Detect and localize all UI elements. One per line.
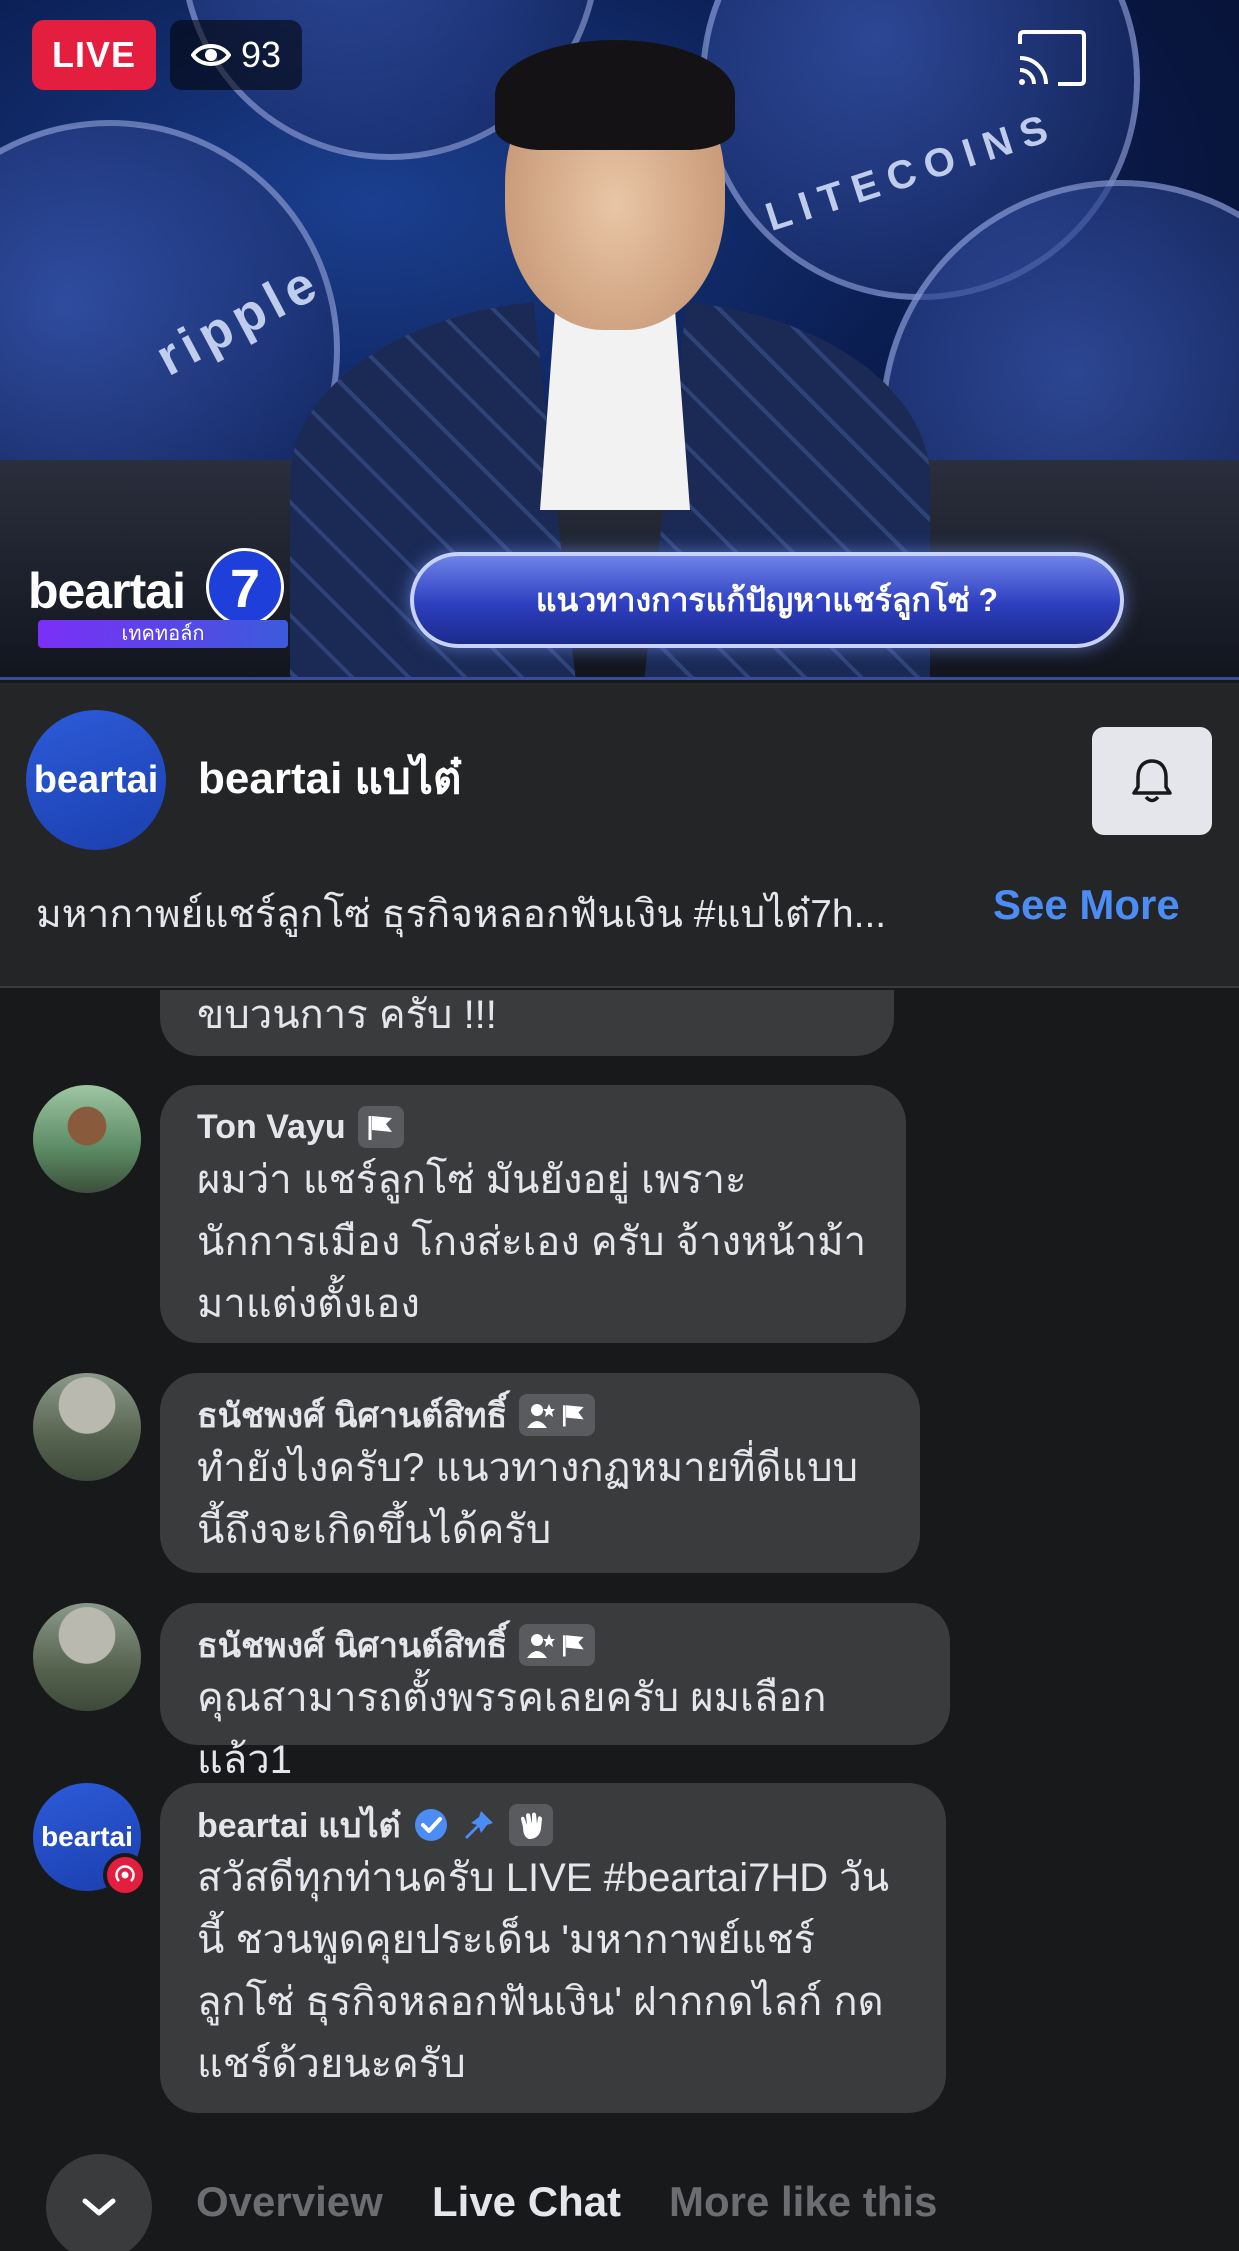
chat-message-text: ทำยังไงครับ? แนวทางกฏหมายที่ดีแบบนี้ถึงจ…: [197, 1446, 858, 1552]
live-chat-list[interactable]: ขบวนการ ครับ !!! Ton Vayu ผมว่า แชร์ลูกโ…: [0, 990, 1239, 2170]
headline-text: แนวทางการแก้ปัญหาแชร์ลูกโซ่ ?: [535, 581, 999, 618]
user-star-icon: [527, 1404, 556, 1428]
chevron-down-icon: [82, 2198, 116, 2216]
flag-badge: [357, 1106, 404, 1148]
collapse-button[interactable]: [46, 2154, 152, 2251]
eye-icon: [190, 44, 231, 66]
page-name[interactable]: beartai แบไต๋: [198, 743, 462, 813]
viewer-count: 93: [170, 20, 302, 90]
page-avatar[interactable]: beartai: [26, 710, 166, 850]
chat-message-text: ผมว่า แชร์ลูกโซ่ มันยังอยู่ เพราะ นักการ…: [197, 1158, 867, 1326]
member-badges: [519, 1394, 596, 1436]
page-header: beartai beartai แบไต๋ มหากาพย์แชร์ลูกโซ่…: [0, 683, 1239, 988]
bell-icon: [1132, 759, 1172, 803]
flag-icon: [563, 1405, 584, 1427]
flag-icon: [368, 1116, 392, 1140]
live-broadcast-icon: [103, 1853, 147, 1897]
cast-icon[interactable]: [1014, 28, 1090, 88]
bottom-tab-bar: Overview Live Chat More like this: [0, 2150, 1239, 2251]
chat-message: ธนัชพงศ์ นิศานต์สิทธิ์ ทำยังไงครับ? แนวท…: [160, 1373, 920, 1573]
chat-author[interactable]: beartai แบไต๋: [197, 1803, 908, 1847]
live-video-player[interactable]: ripple LITECOINS beartai 7 เทคทอล์ก แนวท…: [0, 0, 1239, 680]
chat-message-text: ขบวนการ ครับ !!!: [197, 993, 497, 1037]
pinned-chat-message: beartai แบไต๋ สวัสดีทุกท่านครับ LIVE #be…: [160, 1783, 946, 2113]
chat-author[interactable]: ธนัชพงศ์ นิศานต์สิทธิ์: [197, 1393, 882, 1437]
chat-message: Ton Vayu ผมว่า แชร์ลูกโซ่ มันยังอยู่ เพร…: [160, 1085, 906, 1343]
wave-badge: [508, 1804, 553, 1846]
chat-message: ขบวนการ ครับ !!!: [160, 990, 894, 1056]
chat-message-text: สวัสดีทุกท่านครับ LIVE #beartai7HD วันนี…: [197, 1856, 890, 2086]
tab-overview[interactable]: Overview: [196, 2178, 383, 2226]
page-avatar-small[interactable]: beartai: [33, 1783, 147, 1897]
tab-live-chat[interactable]: Live Chat: [432, 2178, 621, 2226]
chat-author[interactable]: ธนัชพงศ์ นิศานต์สิทธิ์: [197, 1623, 912, 1667]
member-badges: [519, 1624, 596, 1666]
user-avatar[interactable]: [33, 1373, 141, 1481]
notification-bell-button[interactable]: [1092, 727, 1212, 835]
flag-icon: [563, 1635, 584, 1657]
user-star-icon: [527, 1634, 556, 1658]
wave-hand-icon: [520, 1812, 542, 1839]
tab-more-like-this[interactable]: More like this: [669, 2178, 937, 2226]
viewer-count-value: 93: [240, 34, 282, 75]
headline-banner: แนวทางการแก้ปัญหาแชร์ลูกโซ่ ?: [410, 552, 1124, 648]
chat-author[interactable]: Ton Vayu: [197, 1105, 868, 1149]
verified-badge-icon: [414, 1809, 447, 1841]
chat-message: ธนัชพงศ์ นิศานต์สิทธิ์ คุณสามารถตั้งพรรค…: [160, 1603, 950, 1782]
user-avatar[interactable]: [33, 1603, 141, 1711]
video-description: มหากาพย์แชร์ลูกโซ่ ธุรกิจหลอกฟันเงิน #แบ…: [36, 893, 887, 936]
live-badge: LIVE: [32, 20, 156, 90]
beartai-7hd-logo: beartai 7 เทคทอล์ก: [28, 548, 288, 658]
user-avatar[interactable]: [33, 1085, 141, 1193]
pin-icon: [464, 1811, 493, 1839]
chat-message-text: คุณสามารถตั้งพรรคเลยครับ ผมเลือกแล้ว1: [197, 1676, 827, 1782]
see-more-link[interactable]: See More: [993, 881, 1180, 929]
